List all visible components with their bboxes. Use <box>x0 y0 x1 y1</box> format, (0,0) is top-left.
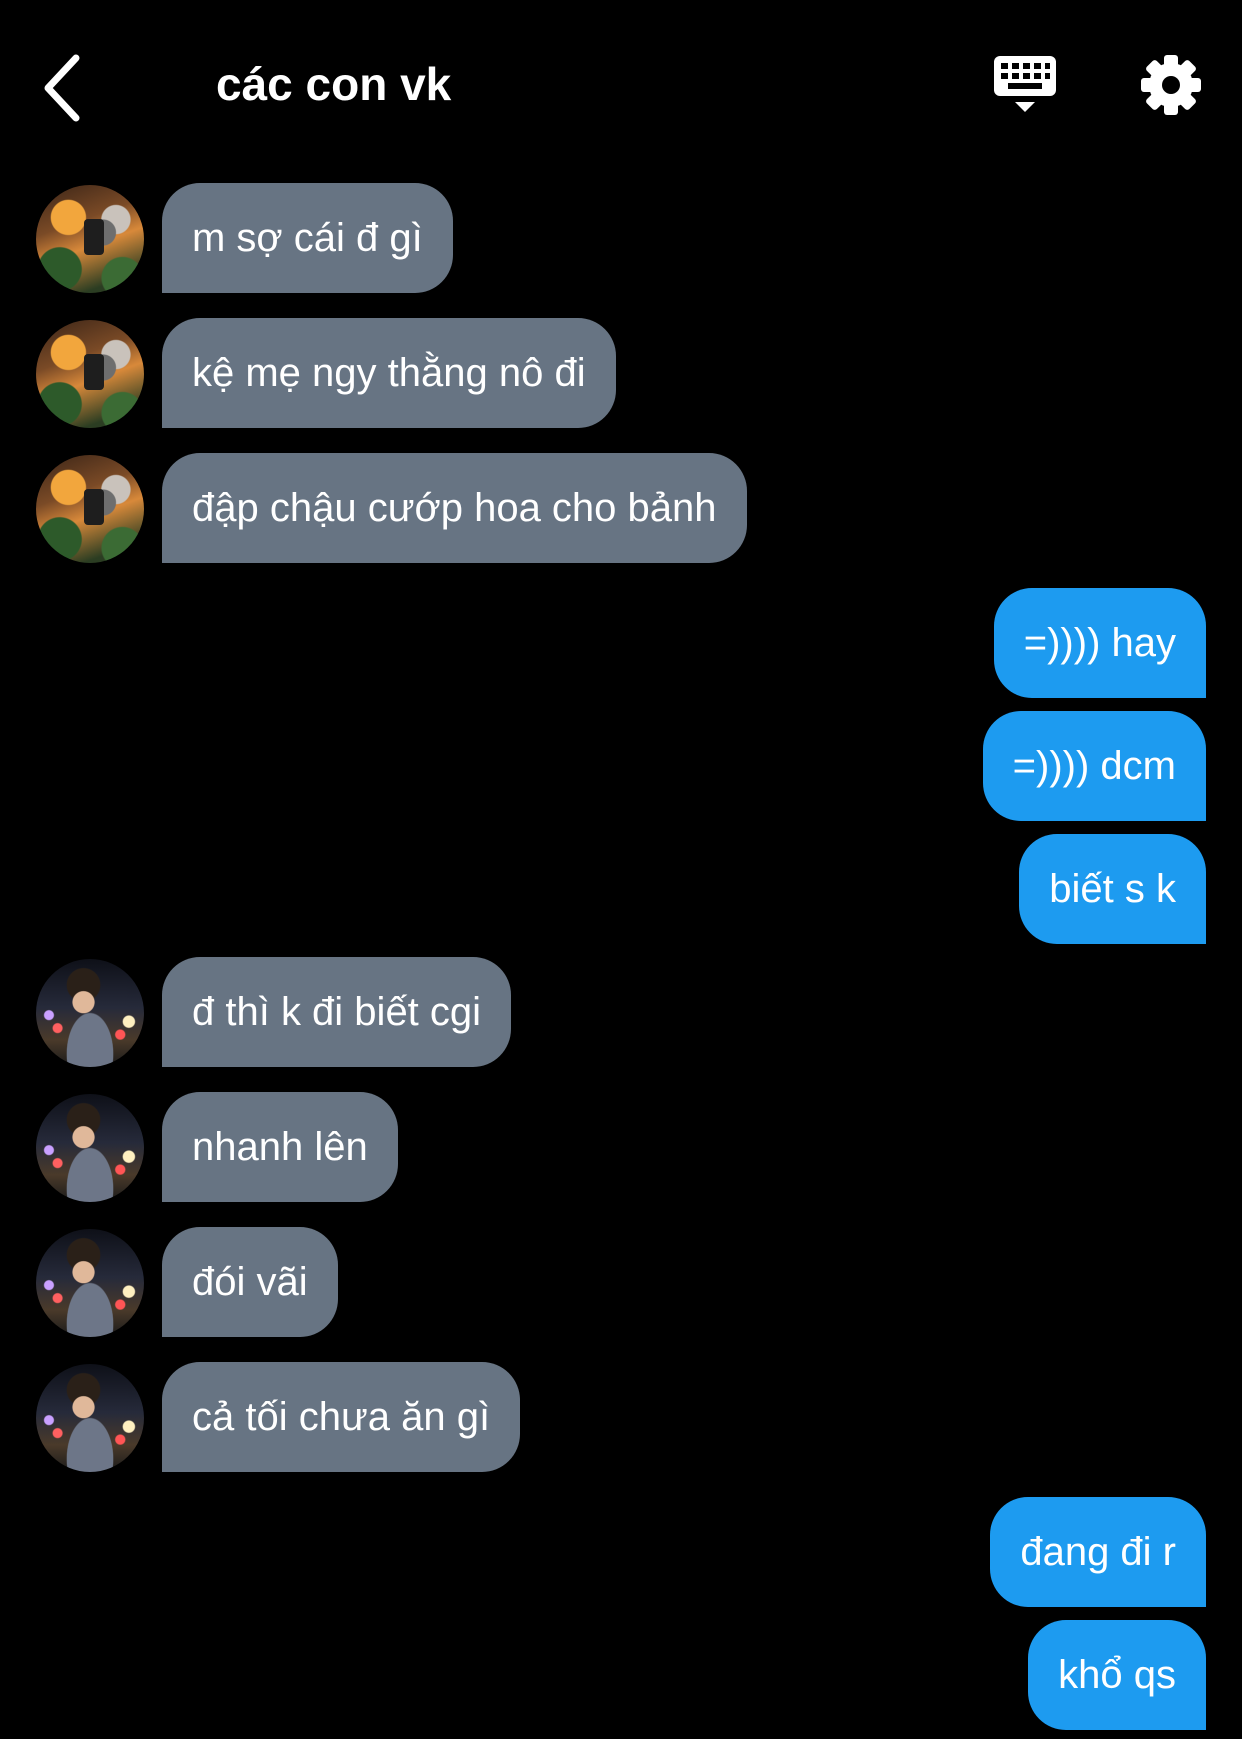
message-bubble-incoming[interactable]: đói vãi <box>162 1227 338 1337</box>
message-row-outgoing: biết s k <box>0 834 1242 944</box>
gear-icon <box>1141 55 1201 115</box>
message-bubble-incoming[interactable]: nhanh lên <box>162 1092 398 1202</box>
message-row-outgoing: khổ qs <box>0 1620 1242 1730</box>
message-row-outgoing: đang đi r <box>0 1497 1242 1607</box>
back-button[interactable] <box>36 48 96 128</box>
message-row-outgoing: =)))) hay <box>0 588 1242 698</box>
avatar[interactable] <box>36 455 144 563</box>
message-bubble-incoming[interactable]: kệ mẹ ngy thằng nô đi <box>162 318 616 428</box>
keyboard-button[interactable] <box>992 52 1058 118</box>
chat-header: các con vk <box>0 0 1242 170</box>
avatar[interactable] <box>36 185 144 293</box>
message-bubble-incoming[interactable]: m sợ cái đ gì <box>162 183 453 293</box>
message-bubble-incoming[interactable]: đ thì k đi biết cgi <box>162 957 512 1067</box>
keyboard-icon <box>994 56 1056 112</box>
message-row-incoming: kệ mẹ ngy thằng nô đi <box>0 318 1242 428</box>
avatar[interactable] <box>36 320 144 428</box>
chevron-left-icon <box>44 54 80 122</box>
message-row-incoming: đói vãi <box>0 1227 1242 1337</box>
message-row-incoming: m sợ cái đ gì <box>0 183 1242 293</box>
message-bubble-incoming[interactable]: cả tối chưa ăn gì <box>162 1362 521 1472</box>
message-bubble-outgoing[interactable]: khổ qs <box>1028 1620 1206 1730</box>
message-row-incoming: nhanh lên <box>0 1092 1242 1202</box>
avatar[interactable] <box>36 959 144 1067</box>
message-row-incoming: đập chậu cướp hoa cho bảnh <box>0 453 1242 563</box>
avatar[interactable] <box>36 1094 144 1202</box>
message-row-incoming: đ thì k đi biết cgi <box>0 957 1242 1067</box>
message-bubble-outgoing[interactable]: =)))) hay <box>993 588 1206 698</box>
message-bubble-incoming[interactable]: đập chậu cướp hoa cho bảnh <box>162 453 747 563</box>
message-bubble-outgoing[interactable]: biết s k <box>1019 834 1206 944</box>
avatar[interactable] <box>36 1229 144 1337</box>
message-bubble-outgoing[interactable]: =)))) dcm <box>982 711 1206 821</box>
message-row-outgoing: =)))) dcm <box>0 711 1242 821</box>
message-row-incoming: cả tối chưa ăn gì <box>0 1362 1242 1472</box>
avatar[interactable] <box>36 1364 144 1472</box>
settings-button[interactable] <box>1138 52 1204 118</box>
chat-title: các con vk <box>216 58 452 110</box>
message-bubble-outgoing[interactable]: đang đi r <box>990 1497 1206 1607</box>
